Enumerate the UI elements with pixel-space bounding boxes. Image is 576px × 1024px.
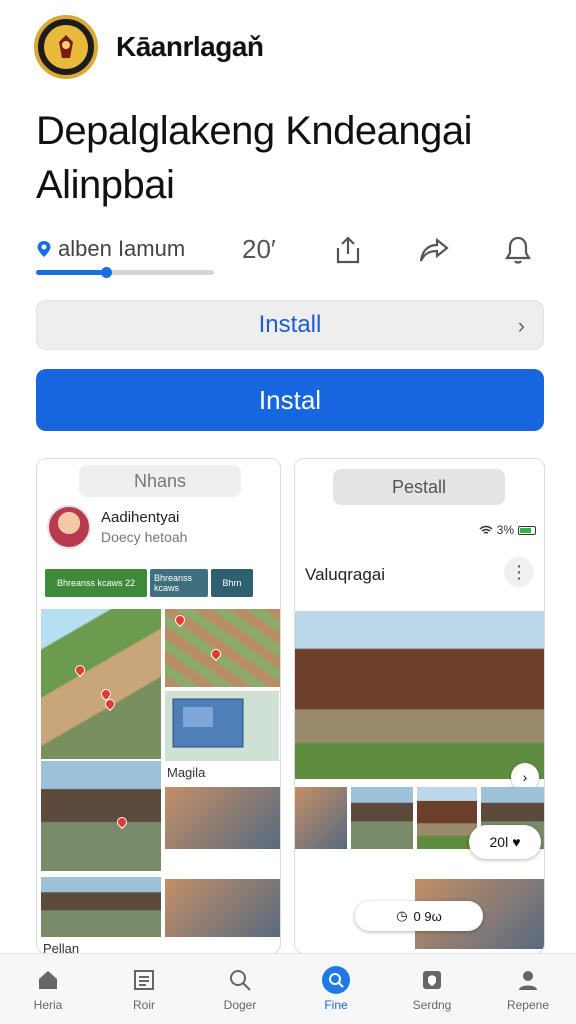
notification-icon[interactable] bbox=[498, 230, 538, 270]
app-header: Kāanrlagaň bbox=[34, 14, 264, 80]
count-value: 20′ bbox=[242, 234, 276, 264]
map-marker bbox=[114, 814, 130, 830]
tab-shield[interactable]: Serdng bbox=[384, 954, 480, 1024]
terrace-image bbox=[165, 609, 280, 687]
title-line-2: Alinpbai bbox=[36, 163, 175, 207]
screen-title: Valuqragai bbox=[305, 565, 386, 584]
meta-row: alben Iamum 20′ bbox=[36, 228, 546, 280]
app-name: Kāanrlagaň bbox=[116, 31, 264, 62]
share-icon[interactable] bbox=[328, 230, 368, 270]
screenshot-left-pill: Nhans bbox=[79, 465, 241, 497]
tab-map[interactable]: Fine bbox=[288, 954, 384, 1024]
house-image bbox=[295, 611, 544, 779]
location-pin-icon bbox=[37, 241, 51, 257]
page-title: Depalglakeng Kndeangai Alinpbai bbox=[36, 104, 536, 212]
chip-2[interactable]: Bhreanss kcaws bbox=[150, 569, 208, 597]
map-icon bbox=[322, 966, 350, 994]
forward-icon[interactable] bbox=[414, 230, 454, 270]
favorite-chip[interactable]: 20l ♥ bbox=[469, 825, 541, 859]
profile-subtitle: Doecy hetoah bbox=[101, 529, 188, 545]
profile-name: Aadihentyai bbox=[101, 509, 180, 526]
tab-list[interactable]: Roir bbox=[96, 954, 192, 1024]
timer-chip[interactable]: ◷ 0 9ω bbox=[355, 901, 483, 931]
chip-3[interactable]: Bhrn bbox=[211, 569, 253, 597]
location-label: alben Iamum bbox=[58, 236, 186, 261]
chip-1[interactable]: Bhreanss kcaws 22 bbox=[45, 569, 147, 597]
progress-knob[interactable] bbox=[101, 267, 113, 278]
tab-profile[interactable]: Repene bbox=[480, 954, 576, 1024]
tab-label: Roir bbox=[132, 998, 155, 1012]
floorplan-image bbox=[165, 691, 279, 761]
timer-label: 0 9ω bbox=[413, 908, 442, 924]
map-marker bbox=[172, 612, 188, 628]
screenshot-right[interactable]: Pestall 3% Valuqragai ⋮ › 20l ♥ ◷ 0 9ω bbox=[294, 458, 545, 954]
tab-label: Repene bbox=[506, 998, 550, 1012]
more-options-icon[interactable]: ⋮ bbox=[504, 557, 534, 587]
install-secondary-label: Install bbox=[258, 311, 322, 338]
street-image bbox=[41, 877, 161, 937]
heart-icon: ♥ bbox=[512, 834, 521, 850]
map-marker bbox=[72, 662, 88, 678]
bottom-tab-bar: Heria Roir Doger Fine Serdng Repene bbox=[0, 953, 576, 1024]
caption-map: Magila bbox=[167, 765, 206, 780]
battery-label: 3% bbox=[496, 523, 514, 537]
title-line-1: Depalglakeng Kndeangai bbox=[36, 109, 473, 153]
user-icon bbox=[514, 966, 542, 994]
app-logo-icon bbox=[34, 15, 98, 79]
chevron-right-icon: › bbox=[517, 313, 525, 338]
home-icon bbox=[34, 966, 62, 994]
location[interactable]: alben Iamum bbox=[36, 236, 185, 262]
avatar bbox=[47, 505, 91, 549]
group-image bbox=[165, 879, 280, 937]
tab-label: Fine bbox=[324, 998, 348, 1012]
map-image bbox=[41, 609, 161, 759]
tab-label: Serdng bbox=[412, 998, 452, 1012]
list-icon bbox=[130, 966, 158, 994]
timer-icon: ◷ bbox=[396, 908, 408, 923]
install-primary-button[interactable]: Instal bbox=[36, 369, 544, 431]
progress-fill bbox=[36, 267, 113, 278]
shield-icon bbox=[418, 966, 446, 994]
thumb-2 bbox=[351, 787, 413, 849]
tab-home[interactable]: Heria bbox=[0, 954, 96, 1024]
profile: Aadihentyai Doecy hetoah bbox=[47, 505, 187, 549]
thumb-1 bbox=[295, 787, 347, 849]
tab-label: Heria bbox=[33, 998, 63, 1012]
install-secondary-button[interactable]: Install › bbox=[36, 300, 544, 350]
search-icon bbox=[226, 966, 254, 994]
favorite-count: 20l bbox=[489, 834, 509, 850]
thumb-3 bbox=[417, 787, 477, 849]
chip-row: Bhreanss kcaws 22 Bhreanss kcaws Bhrn bbox=[45, 569, 253, 597]
battery-icon bbox=[518, 525, 536, 535]
screenshot-right-pill: Pestall bbox=[333, 469, 505, 505]
map-marker bbox=[208, 646, 224, 662]
progress-bar bbox=[36, 267, 214, 278]
tab-search[interactable]: Doger bbox=[192, 954, 288, 1024]
people-image bbox=[165, 787, 280, 849]
wifi-icon bbox=[479, 525, 493, 534]
tab-label: Doger bbox=[223, 998, 257, 1012]
village-image bbox=[41, 761, 161, 871]
status-bar: 3% bbox=[479, 523, 536, 537]
install-primary-label: Instal bbox=[258, 384, 322, 415]
screenshot-left[interactable]: Nhans Aadihentyai Doecy hetoah Bhreanss … bbox=[36, 458, 281, 954]
